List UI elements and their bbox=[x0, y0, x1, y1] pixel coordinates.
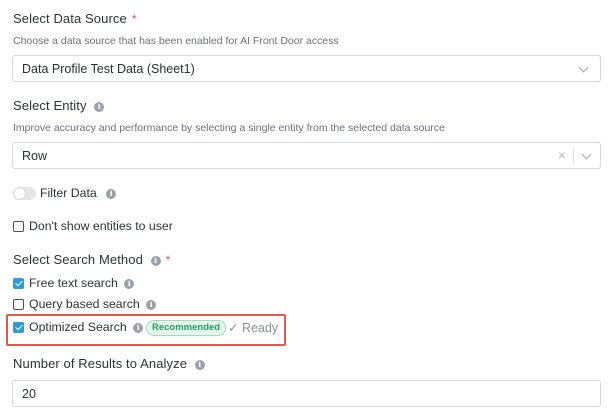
info-icon[interactable]: i bbox=[106, 188, 117, 199]
free-text-search-checkbox[interactable] bbox=[13, 278, 24, 289]
query-based-search-label[interactable]: Query based search i bbox=[29, 297, 157, 311]
info-icon[interactable]: i bbox=[133, 322, 144, 333]
clear-icon[interactable]: × bbox=[558, 148, 566, 162]
toggle-knob bbox=[14, 188, 25, 199]
filter-data-label: Filter Data i bbox=[40, 186, 117, 200]
data-source-label: Select Data Source * bbox=[13, 11, 137, 26]
info-icon[interactable]: i bbox=[146, 299, 157, 310]
query-based-search-checkbox[interactable] bbox=[13, 299, 24, 310]
ready-status: ✓ Ready bbox=[228, 321, 279, 335]
data-source-value: Data Profile Test Data (Sheet1) bbox=[22, 61, 195, 76]
info-icon[interactable]: i bbox=[94, 101, 105, 112]
info-icon[interactable]: i bbox=[150, 255, 161, 266]
select-divider bbox=[573, 148, 574, 164]
chevron-down-icon bbox=[581, 149, 592, 160]
search-method-label: Select Search Method i * bbox=[13, 252, 171, 267]
results-count-input[interactable]: 20 bbox=[12, 380, 601, 407]
chevron-down-icon bbox=[578, 62, 589, 73]
results-count-value: 20 bbox=[22, 386, 36, 401]
optimized-search-label[interactable]: Optimized Search i bbox=[29, 320, 144, 334]
entity-label: Select Entity i bbox=[13, 98, 105, 113]
info-icon[interactable]: i bbox=[194, 359, 205, 370]
required-mark: * bbox=[165, 253, 171, 267]
filter-data-toggle[interactable] bbox=[13, 187, 36, 200]
hide-entities-label[interactable]: Don't show entities to user bbox=[29, 219, 173, 233]
data-source-help: Choose a data source that has been enabl… bbox=[13, 35, 339, 47]
info-icon[interactable]: i bbox=[124, 278, 135, 289]
entity-value: Row bbox=[22, 148, 48, 163]
optimized-search-checkbox[interactable] bbox=[13, 322, 24, 333]
free-text-search-label[interactable]: Free text search i bbox=[29, 276, 135, 290]
data-source-select[interactable]: Data Profile Test Data (Sheet1) bbox=[12, 55, 601, 82]
hide-entities-checkbox[interactable] bbox=[13, 221, 24, 232]
recommended-badge: Recommended bbox=[146, 320, 227, 336]
entity-select[interactable]: Row × bbox=[12, 142, 601, 169]
entity-help: Improve accuracy and performance by sele… bbox=[13, 122, 445, 134]
required-mark: * bbox=[131, 12, 137, 26]
results-count-label: Number of Results to Analyze i bbox=[13, 356, 205, 371]
